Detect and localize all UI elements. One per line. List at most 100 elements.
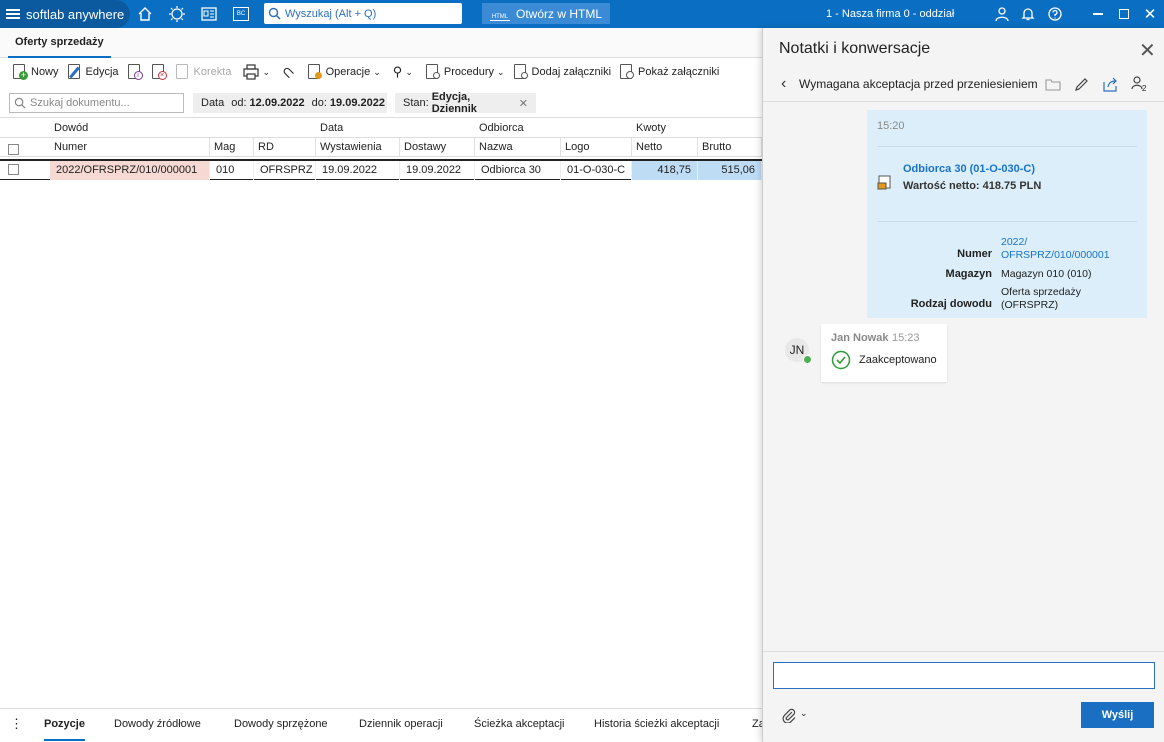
delete-button[interactable]: × (147, 60, 171, 84)
help-icon[interactable] (1045, 0, 1065, 28)
show-attachment-icon (619, 64, 635, 80)
tab-dowody-zrodlowe[interactable]: Dowody źródłowe (114, 709, 201, 741)
back-arrow-icon[interactable]: ‹ (781, 75, 786, 93)
correction-icon (175, 64, 191, 80)
operations-button[interactable]: Operacje ⌄ (303, 60, 385, 84)
column-header-numer[interactable]: Numer (50, 138, 210, 157)
customer-link[interactable]: Odbiorca 30 (01-O-030-C) (903, 163, 1035, 175)
close-window-icon[interactable]: ✕ (1140, 0, 1160, 28)
open-html-button[interactable]: HTML Otwórz w HTML (482, 3, 610, 24)
document-search-input[interactable]: Szukaj dokumentu... (9, 93, 184, 113)
column-header-rd[interactable]: RD (254, 138, 316, 157)
new-label: Nowy (31, 66, 59, 78)
document-info-button[interactable]: i (123, 60, 147, 84)
select-all-checkbox[interactable] (8, 144, 19, 155)
tab-historia-sciezki[interactable]: Historia ścieżki akceptacji (594, 709, 719, 741)
minimize-icon[interactable] (1088, 0, 1108, 28)
table-row[interactable]: 2022/OFRSPRZ/010/000001 010 OFRSPRZ 19.0… (0, 159, 762, 180)
tab-dowody-sprzezone[interactable]: Dowody sprzężone (234, 709, 328, 741)
tab-dziennik-operacji[interactable]: Dziennik operacji (359, 709, 443, 741)
company-selector[interactable]: 1 - Nasza firma 0 - oddział (826, 0, 954, 28)
news-icon[interactable] (198, 0, 220, 28)
column-header-netto[interactable]: Netto (632, 138, 698, 157)
message-input[interactable] (773, 662, 1155, 689)
printer-icon (243, 64, 260, 80)
chevron-down-icon[interactable]: ⌄ (800, 708, 808, 719)
column-header-brutto[interactable]: Brutto (698, 138, 762, 157)
participants-icon[interactable]: 2 (1131, 76, 1151, 94)
search-icon (14, 97, 26, 109)
bell-icon[interactable] (1018, 0, 1038, 28)
brand-name: softlab anywhere (26, 6, 125, 22)
send-button[interactable]: Wyślij (1081, 702, 1154, 728)
paperclip-icon: ⊂ (277, 61, 299, 83)
hamburger-icon[interactable] (6, 9, 20, 19)
show-attachments-button[interactable]: Pokaż załączniki (615, 60, 723, 84)
correction-button[interactable]: Korekta (171, 60, 236, 84)
date-filter-label: Data (201, 97, 225, 109)
cell-mag: 010 (210, 161, 254, 180)
paperclip-icon[interactable] (781, 707, 797, 726)
column-header-dostawy[interactable]: Dostawy (400, 138, 475, 157)
edit-button[interactable]: Edycja (63, 60, 123, 84)
bc-icon[interactable]: BC (230, 0, 252, 28)
operations-icon (307, 64, 323, 80)
home-icon[interactable] (134, 0, 156, 28)
cell-netto: 418,75 (632, 161, 698, 180)
top-bar: softlab anywhere BC Wyszukaj (Alt + Q) H… (0, 0, 1164, 28)
open-html-label: Otwórz w HTML (515, 6, 602, 21)
state-filter-label: Stan: (403, 97, 429, 109)
tab-sales-offers[interactable]: Oferty sprzedaży (8, 28, 111, 58)
more-vertical-icon[interactable]: ⋮ (10, 709, 23, 741)
procedures-icon (425, 64, 441, 80)
add-attachments-label: Dodaj załączniki (531, 66, 612, 78)
cell-dostawy: 19.09.2022 (400, 161, 475, 180)
reply-time: 15:23 (892, 332, 920, 344)
operations-label: Operacje (325, 66, 371, 78)
tab-truncated[interactable]: Za (752, 709, 762, 741)
field-value-numer-1[interactable]: 2022/ (1001, 236, 1027, 248)
maximize-icon[interactable] (1114, 0, 1134, 28)
close-icon[interactable]: ✕ (1139, 38, 1156, 63)
tab-pozycje[interactable]: Pozycje (44, 709, 85, 741)
group-header-dowod: Dowód (54, 122, 89, 134)
note-bubble: 15:20 Odbiorca 30 (01-O-030-C) Wartość n… (867, 110, 1147, 318)
procedures-label: Procedury (443, 66, 494, 78)
column-header-nazwa[interactable]: Nazwa (475, 138, 561, 157)
workflow-button[interactable]: ⚲ ⌄ (389, 60, 417, 84)
app-menu[interactable]: softlab anywhere (0, 0, 130, 28)
field-value-magazyn: Magazyn 010 (010) (1001, 268, 1092, 280)
cell-logo: 01-O-030-C (561, 161, 632, 180)
global-search-input[interactable]: Wyszukaj (Alt + Q) (264, 3, 462, 24)
folder-icon[interactable] (1045, 78, 1061, 94)
column-header-logo[interactable]: Logo (561, 138, 632, 157)
bottom-tabs: ⋮ Pozycje Dowody źródłowe Dowody sprzężo… (0, 708, 762, 742)
add-attachments-button[interactable]: Dodaj załączniki (509, 60, 615, 84)
date-filter-chip[interactable]: Data od: 12.09.2022 do: 19.09.2022 (193, 93, 387, 113)
row-checkbox[interactable] (8, 164, 19, 175)
attachment-button[interactable]: ⊂ (277, 60, 299, 84)
new-button[interactable]: + Nowy (8, 60, 63, 84)
bulb-icon[interactable] (166, 0, 188, 28)
date-from-label: od: (231, 97, 247, 109)
field-value-numer-2[interactable]: OFRSPRZ/010/000001 (1001, 249, 1110, 261)
remove-filter-icon[interactable]: ✕ (519, 97, 528, 110)
tab-sciezka-akceptacji[interactable]: Ścieżka akceptacji (474, 709, 565, 741)
user-icon[interactable] (992, 0, 1012, 28)
cell-numer: 2022/OFRSPRZ/010/000001 (50, 161, 210, 180)
workflow-icon: ⚲ (392, 64, 403, 79)
pencil-icon[interactable] (1074, 77, 1089, 95)
conversation-subject: Wymagana akceptacja przed przeniesieniem… (799, 77, 1039, 91)
print-button[interactable]: ⌄ (239, 60, 274, 84)
column-header-wystawienia[interactable]: Wystawienia (316, 138, 400, 157)
column-header-mag[interactable]: Mag (210, 138, 254, 157)
cell-rd: OFRSPRZ (254, 161, 316, 180)
procedures-button[interactable]: Procedury ⌄ (421, 60, 509, 84)
share-icon[interactable] (1103, 77, 1119, 95)
search-placeholder: Wyszukaj (Alt + Q) (285, 7, 377, 20)
state-filter-chip[interactable]: Stan: Edycja, Dziennik ✕ (395, 91, 536, 115)
document-search-placeholder: Szukaj dokumentu... (30, 97, 130, 109)
field-label-numer: Numer (957, 248, 992, 260)
add-attachment-icon (513, 64, 529, 80)
grid-column-header: Numer Mag RD Wystawienia Dostawy Nazwa L… (0, 138, 762, 157)
